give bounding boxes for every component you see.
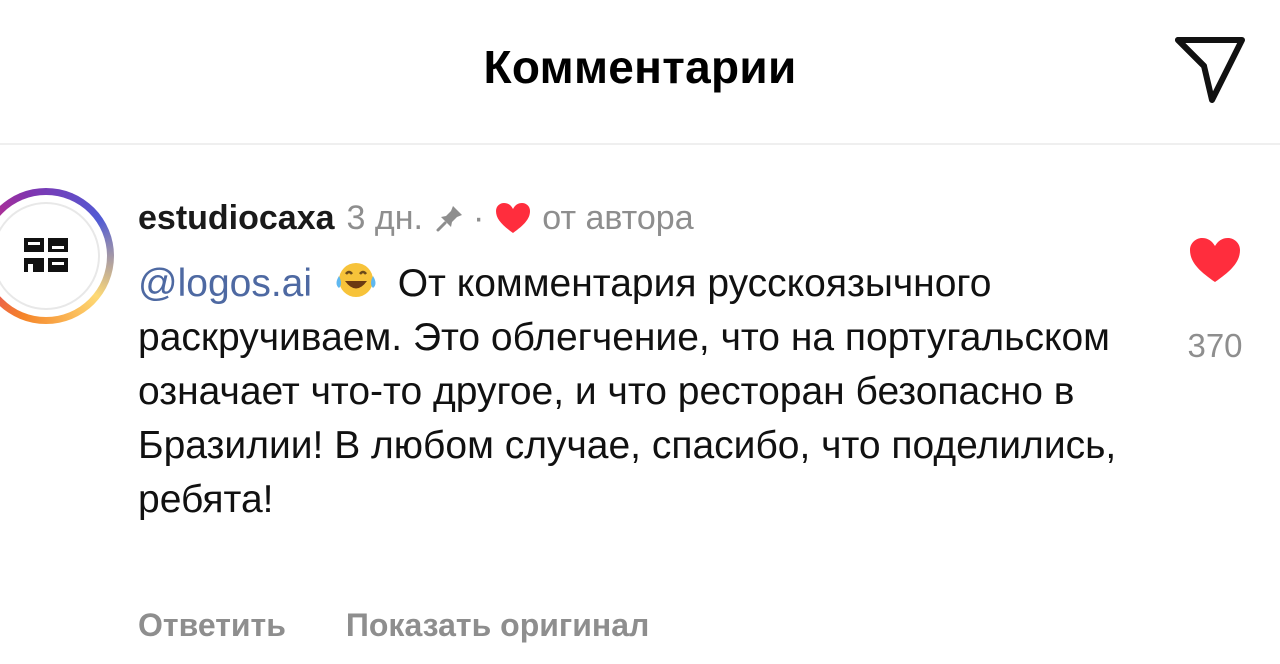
heart-icon: [496, 203, 531, 233]
caxa-logo: [0, 202, 100, 310]
comment-username[interactable]: estudiocaxa: [138, 199, 335, 238]
like-count: 370: [1187, 327, 1243, 364]
meta-separator: ·: [472, 198, 485, 237]
comment-meta: estudiocaxa 3 дн. · от автора: [138, 197, 694, 239]
comments-header: Комментарии: [0, 0, 1280, 145]
mention-link[interactable]: @logos.ai: [138, 262, 312, 305]
reply-button[interactable]: Ответить: [138, 607, 286, 644]
avatar-ring-gap: [0, 195, 107, 317]
paper-plane-icon[interactable]: [1170, 30, 1250, 108]
laughing-crying-emoji-icon: [336, 263, 376, 297]
like-column: 370: [1170, 235, 1260, 365]
heart-icon[interactable]: [1187, 235, 1243, 285]
author-liked-label: от автора: [542, 198, 694, 237]
comment-time: 3 дн.: [346, 198, 423, 237]
show-original-button[interactable]: Показать оригинал: [346, 607, 649, 644]
pin-icon: [436, 206, 462, 232]
page-title: Комментарии: [483, 41, 797, 93]
avatar[interactable]: [0, 188, 114, 324]
comment-text: @logos.ai От комментария русскоязычного …: [138, 257, 1128, 527]
comment-actions: Ответить Показать оригинал: [138, 607, 709, 644]
comment-item: estudiocaxa 3 дн. · от автора @logos.ai …: [0, 145, 1280, 664]
